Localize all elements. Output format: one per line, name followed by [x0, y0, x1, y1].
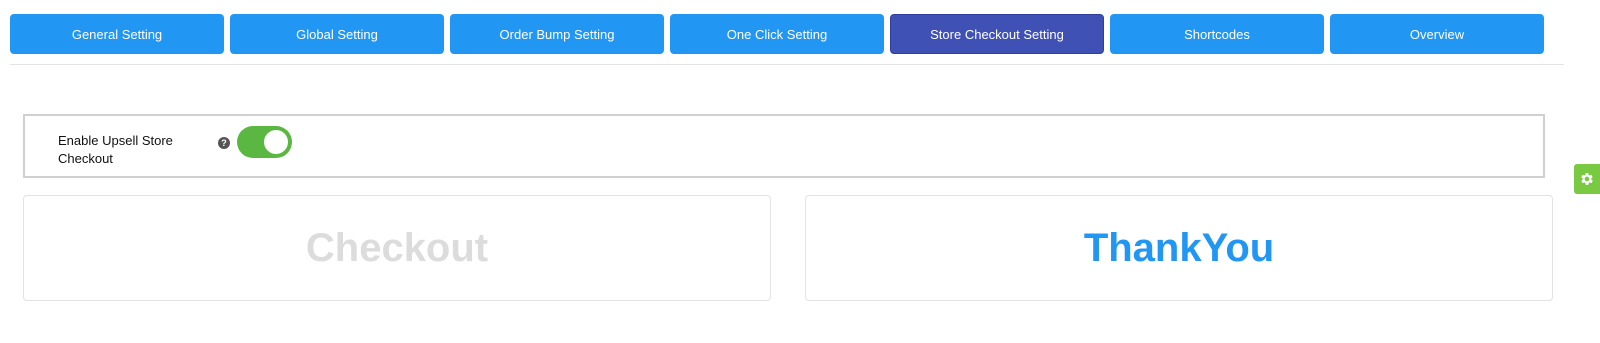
tab-shortcodes[interactable]: Shortcodes — [1110, 14, 1324, 54]
toggle-knob — [264, 130, 288, 154]
checkout-card[interactable]: Checkout — [23, 195, 771, 301]
question-circle-icon[interactable]: ? — [218, 137, 230, 149]
thankyou-card-title: ThankYou — [1083, 225, 1275, 270]
tab-one-click-setting[interactable]: One Click Setting — [670, 14, 884, 54]
tab-divider — [10, 64, 1564, 65]
setting-label: Enable Upsell Store Checkout — [58, 133, 173, 166]
tab-order-bump-setting[interactable]: Order Bump Setting — [450, 14, 664, 54]
gear-icon — [1581, 173, 1593, 185]
store-checkout-settings-page: General Setting Global Setting Order Bum… — [0, 0, 1600, 343]
tab-store-checkout-setting[interactable]: Store Checkout Setting — [890, 14, 1104, 54]
tab-overview[interactable]: Overview — [1330, 14, 1544, 54]
thankyou-card[interactable]: ThankYou — [805, 195, 1553, 301]
settings-gear-button[interactable] — [1574, 164, 1600, 194]
enable-upsell-store-checkout-row: Enable Upsell Store Checkout ? — [23, 114, 1545, 178]
enable-upsell-toggle[interactable] — [237, 126, 292, 158]
tab-general-setting[interactable]: General Setting — [10, 14, 224, 54]
settings-tab-bar: General Setting Global Setting Order Bum… — [10, 14, 1544, 54]
tab-global-setting[interactable]: Global Setting — [230, 14, 444, 54]
checkout-card-title: Checkout — [305, 225, 489, 270]
